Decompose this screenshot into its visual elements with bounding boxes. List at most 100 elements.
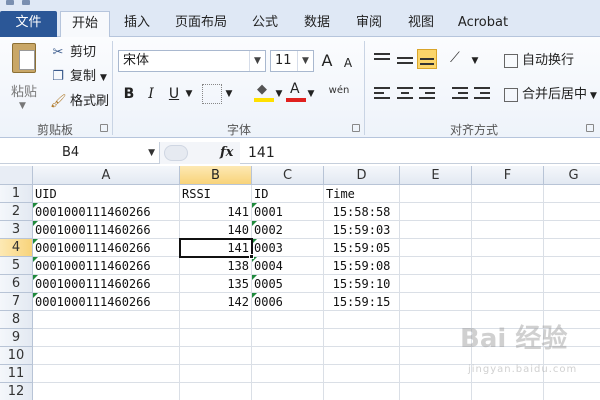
column-header-c[interactable]: C [252,166,324,185]
cell-b1[interactable]: RSSI [180,185,252,203]
cell-a12[interactable] [33,383,180,400]
row-header-9[interactable]: 9 [0,329,33,347]
shrink-font-button[interactable]: A [340,52,356,74]
cell-f1[interactable] [472,185,544,203]
fill-handle[interactable] [249,254,254,259]
cell-c2[interactable]: 0001 [252,203,324,221]
row-header-5[interactable]: 5 [0,257,33,275]
cell-e5[interactable] [400,257,472,275]
cell-b6[interactable]: 135 [180,275,252,293]
underline-button[interactable]: U [165,83,183,105]
tab-acrobat[interactable]: Acrobat [452,11,514,37]
chevron-down-icon[interactable]: ▼ [224,83,234,105]
cell-e7[interactable] [400,293,472,311]
align-bottom-icon[interactable] [417,49,437,69]
row-header-11[interactable]: 11 [0,365,33,383]
text-orientation-icon[interactable]: ⟋ [450,50,470,70]
cell-c5[interactable]: 0004 [252,257,324,275]
formula-input[interactable]: 141 [248,142,275,164]
cell-g2[interactable] [544,203,600,221]
align-right-icon[interactable] [417,84,437,104]
tab-data[interactable]: 数据 [296,11,338,37]
cell-b7[interactable]: 142 [180,293,252,311]
cell-d11[interactable] [324,365,400,383]
font-launcher-icon[interactable] [352,124,360,132]
cell-d4[interactable]: 15:59:05 [324,239,400,257]
borders-icon[interactable] [202,84,222,104]
resize-handle[interactable] [164,145,188,161]
cell-g6[interactable] [544,275,600,293]
font-color-icon[interactable]: A [286,81,306,102]
chevron-down-icon[interactable]: ▼ [306,83,316,105]
font-size-select[interactable]: 11 ▼ [270,50,314,72]
cell-a5[interactable]: 0001000111460266 [33,257,180,275]
tab-insert[interactable]: 插入 [116,11,158,37]
grow-font-button[interactable]: A [318,50,336,72]
cell-d9[interactable] [324,329,400,347]
cell-f5[interactable] [472,257,544,275]
name-box[interactable]: B4 ▼ [0,142,160,164]
cell-d12[interactable] [324,383,400,400]
cell-d7[interactable]: 15:59:15 [324,293,400,311]
cell-a8[interactable] [33,311,180,329]
bold-button[interactable]: B [120,83,138,105]
cell-c10[interactable] [252,347,324,365]
paste-button[interactable]: 粘贴 ▼ [6,41,42,119]
phonetic-button[interactable]: wén [324,80,354,102]
tab-review[interactable]: 审阅 [348,11,390,37]
cell-b5[interactable]: 138 [180,257,252,275]
row-header-1[interactable]: 1 [0,185,33,203]
tab-view[interactable]: 视图 [400,11,442,37]
tab-formulas[interactable]: 公式 [244,11,286,37]
cell-d3[interactable]: 15:59:03 [324,221,400,239]
column-header-f[interactable]: F [472,166,544,185]
cell-b8[interactable] [180,311,252,329]
chevron-down-icon[interactable]: ▼ [184,83,194,105]
cell-f7[interactable] [472,293,544,311]
cell-c12[interactable] [252,383,324,400]
decrease-indent-icon[interactable] [450,84,470,104]
cut-button[interactable]: ✂ 剪切 [50,43,96,63]
row-header-4[interactable]: 4 [0,239,33,257]
cell-a2[interactable]: 0001000111460266 [33,203,180,221]
cell-a3[interactable]: 0001000111460266 [33,221,180,239]
cell-g5[interactable] [544,257,600,275]
select-all-corner[interactable] [0,166,33,185]
cell-f4[interactable] [472,239,544,257]
cell-c4[interactable]: 0003 [252,239,324,257]
chevron-down-icon[interactable]: ▼ [470,50,480,72]
chevron-down-icon[interactable]: ▼ [274,83,284,105]
cell-d5[interactable]: 15:59:08 [324,257,400,275]
tab-file[interactable]: 文件 [0,11,57,37]
align-middle-icon[interactable] [395,54,415,74]
row-header-7[interactable]: 7 [0,293,33,311]
cell-b11[interactable] [180,365,252,383]
cell-d2[interactable]: 15:58:58 [324,203,400,221]
quick-access-icon[interactable] [6,0,14,5]
row-header-10[interactable]: 10 [0,347,33,365]
copy-button[interactable]: ❐ 复制 ▼ [50,67,107,87]
quick-access-icon[interactable] [22,0,30,5]
column-header-d[interactable]: D [324,166,400,185]
cell-b3[interactable]: 140 [180,221,252,239]
cell-a6[interactable]: 0001000111460266 [33,275,180,293]
cell-b12[interactable] [180,383,252,400]
cell-a7[interactable]: 0001000111460266 [33,293,180,311]
tab-home[interactable]: 开始 [60,11,110,38]
cell-f6[interactable] [472,275,544,293]
cell-g4[interactable] [544,239,600,257]
clipboard-launcher-icon[interactable] [100,124,108,132]
cell-d1[interactable]: Time [324,185,400,203]
cell-f3[interactable] [472,221,544,239]
cell-g3[interactable] [544,221,600,239]
wrap-text-button[interactable]: 自动换行 [504,51,574,71]
cell-c8[interactable] [252,311,324,329]
cell-c3[interactable]: 0002 [252,221,324,239]
fill-color-icon[interactable]: ◆ [254,82,274,102]
row-header-3[interactable]: 3 [0,221,33,239]
merge-center-button[interactable]: 合并后居中 ▼ [504,85,597,105]
cell-e6[interactable] [400,275,472,293]
cell-g1[interactable] [544,185,600,203]
cell-c9[interactable] [252,329,324,347]
cell-b9[interactable] [180,329,252,347]
